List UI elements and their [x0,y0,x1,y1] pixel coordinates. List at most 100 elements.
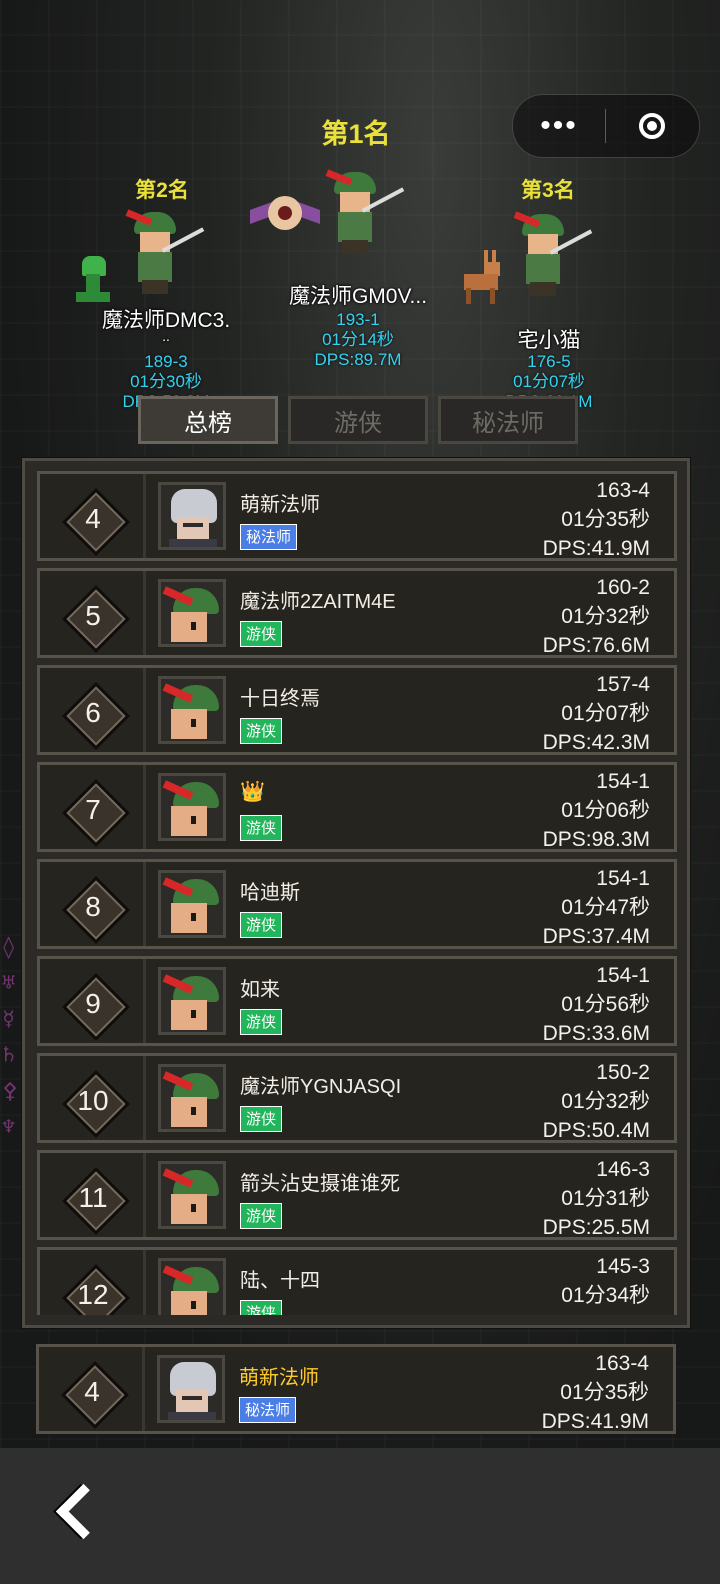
third-place-level: 176-5 [527,352,571,371]
player-time: 01分34秒 [561,1284,650,1307]
player-time: 01分47秒 [561,896,650,919]
player-name: 萌新法师 [240,494,320,516]
player-level: 160-2 [596,576,650,599]
second-place-label: 第2名 [135,179,189,202]
player-level: 163-4 [596,479,650,502]
miniprogram-capsule: ••• [512,94,700,158]
player-stats: 154-1 01分56秒 DPS:33.6M [543,961,650,1048]
player-name: 魔法师YGNJASQI [240,1076,402,1098]
class-badge: 游侠 [240,718,283,744]
row-divider [142,1347,145,1431]
ranking-list[interactable]: 4 萌新法师 秘法师 163-4 01分35秒 DPS:41.9M 5 魔法师2ZAITM4E… [37,471,677,1315]
player-level: 163-4 [595,1352,649,1375]
rank-number: 8 [85,891,101,922]
ranking-row[interactable]: 12 陆、十四游侠 145-3 01分34秒 DPS:33.6M [37,1247,677,1315]
player-stats: 163-4 01分35秒 DPS:41.9M [542,1349,649,1436]
first-place-name: 魔法师GM0V... [288,285,428,308]
ranking-row[interactable]: 6 十日终焉游侠 157-4 01分07秒 DPS:42.3M [37,665,677,755]
rank-badge: 4 [61,1361,129,1429]
player-level: 154-1 [596,770,650,793]
player-avatar [158,1064,226,1132]
ranking-panel: 4 萌新法师 秘法师 163-4 01分35秒 DPS:41.9M 5 魔法师2ZAITM4E… [21,457,691,1329]
player-level: 154-1 [596,964,650,987]
rank-number: 7 [85,794,101,825]
player-level: 157-4 [596,673,650,696]
row-divider [143,1250,146,1315]
rank-badge: 10 [62,1070,130,1138]
rank-number: 10 [77,1085,109,1116]
class-badge: 游侠 [240,621,283,647]
close-target-button[interactable] [606,113,698,139]
class-badge: 秘法师 [240,524,298,550]
third-place-time: 01分07秒 [513,372,585,391]
player-dps: DPS:25.5M [542,1216,650,1239]
rank-number: 9 [85,988,101,1019]
rank-number: 5 [85,600,101,631]
second-place-ranger-sprite [125,209,206,302]
second-place-name-overflow: .. [162,328,170,344]
player-dps: DPS:41.9M [541,1410,649,1433]
tab-overall[interactable]: 总榜 [138,396,278,444]
back-button[interactable] [46,1480,112,1550]
first-place-ranger-sprite [325,169,406,262]
ranking-row[interactable]: 10 魔法师YGNJASQI 游侠 150-2 01分32秒 DPS:50.4M [37,1053,677,1143]
second-place-level: 189-3 [144,352,188,371]
player-level: 150-2 [596,1061,650,1084]
player-avatar [158,773,226,841]
rank-number: 4 [84,1376,100,1407]
ranking-row[interactable]: 7 👑 游侠 154-1 01分06秒 DPS:98.3M [37,762,677,852]
player-stats: 163-4 01分35秒 DPS:41.9M [543,476,650,563]
rank-badge: 8 [62,876,130,944]
player-stats: 150-2 01分32秒 DPS:50.4M [543,1058,650,1145]
second-place-time: 01分30秒 [130,372,202,391]
first-place-label: 第1名 [321,119,391,149]
rank-number: 6 [85,697,101,728]
tab-ranger[interactable]: 游侠 [288,396,428,444]
ranking-row[interactable]: 9 如来游侠 154-1 01分56秒 DPS:33.6M [37,956,677,1046]
class-badge: 秘法师 [239,1397,297,1423]
ranking-row[interactable]: 8 哈迪斯游侠 154-1 01分47秒 DPS:37.4M [37,859,677,949]
rank-badge: 12 [62,1264,130,1315]
player-dps: DPS:41.9M [542,537,650,560]
player-name: 陆、十四 [240,1270,320,1292]
tab-arcanist[interactable]: 秘法师 [438,396,578,444]
bottom-bar [0,1448,720,1584]
more-menu-button[interactable]: ••• [513,95,605,157]
player-name: 哈迪斯 [240,882,300,904]
first-place-time: 01分14秒 [322,330,394,349]
player-avatar [158,482,226,550]
player-name: 十日终焉 [240,688,320,710]
player-name: 魔法师2ZAITM4E [240,591,396,613]
ranking-row[interactable]: 5 魔法师2ZAITM4E 游侠 160-2 01分32秒 DPS:76.6M [37,568,677,658]
third-place-ranger-sprite [513,211,594,304]
class-badge: 游侠 [240,912,283,938]
player-dps: DPS:37.4M [542,925,650,948]
deer-pet-sprite [460,250,508,308]
ranking-row[interactable]: 11 箭头沾史摄谁谁死 游侠 146-3 01分31秒 DPS:25.5M [37,1150,677,1240]
first-place-level: 193-1 [336,310,380,329]
player-level: 146-3 [596,1158,650,1181]
player-time: 01分32秒 [561,1090,650,1113]
rank-badge: 11 [62,1167,130,1235]
rank-number: 12 [77,1279,109,1310]
player-stats: 157-4 01分07秒 DPS:42.3M [543,670,650,757]
player-time: 01分35秒 [561,508,650,531]
player-level: 154-1 [596,867,650,890]
class-badge: 游侠 [240,1009,283,1035]
class-badge: 游侠 [240,1203,283,1229]
player-name: 如来 [240,979,280,1001]
player-level: 145-3 [596,1255,650,1278]
rank-badge: 5 [62,585,130,653]
player-avatar [158,1258,226,1315]
player-dps: DPS:42.3M [542,731,650,754]
player-stats: 154-1 01分06秒 DPS:98.3M [543,767,650,854]
player-name: 萌新法师 [239,1367,319,1389]
rank-badge: 9 [62,973,130,1041]
rank-badge: 6 [62,682,130,750]
player-dps: DPS:33.6M [542,1022,650,1045]
row-divider [143,1056,146,1140]
player-avatar [158,1161,226,1229]
row-divider [143,571,146,655]
ranking-row[interactable]: 4 萌新法师 秘法师 163-4 01分35秒 DPS:41.9M [37,471,677,561]
my-rank-row: 4 萌新法师 秘法师 163-4 01分35秒 DPS:41.9M [36,1344,676,1434]
